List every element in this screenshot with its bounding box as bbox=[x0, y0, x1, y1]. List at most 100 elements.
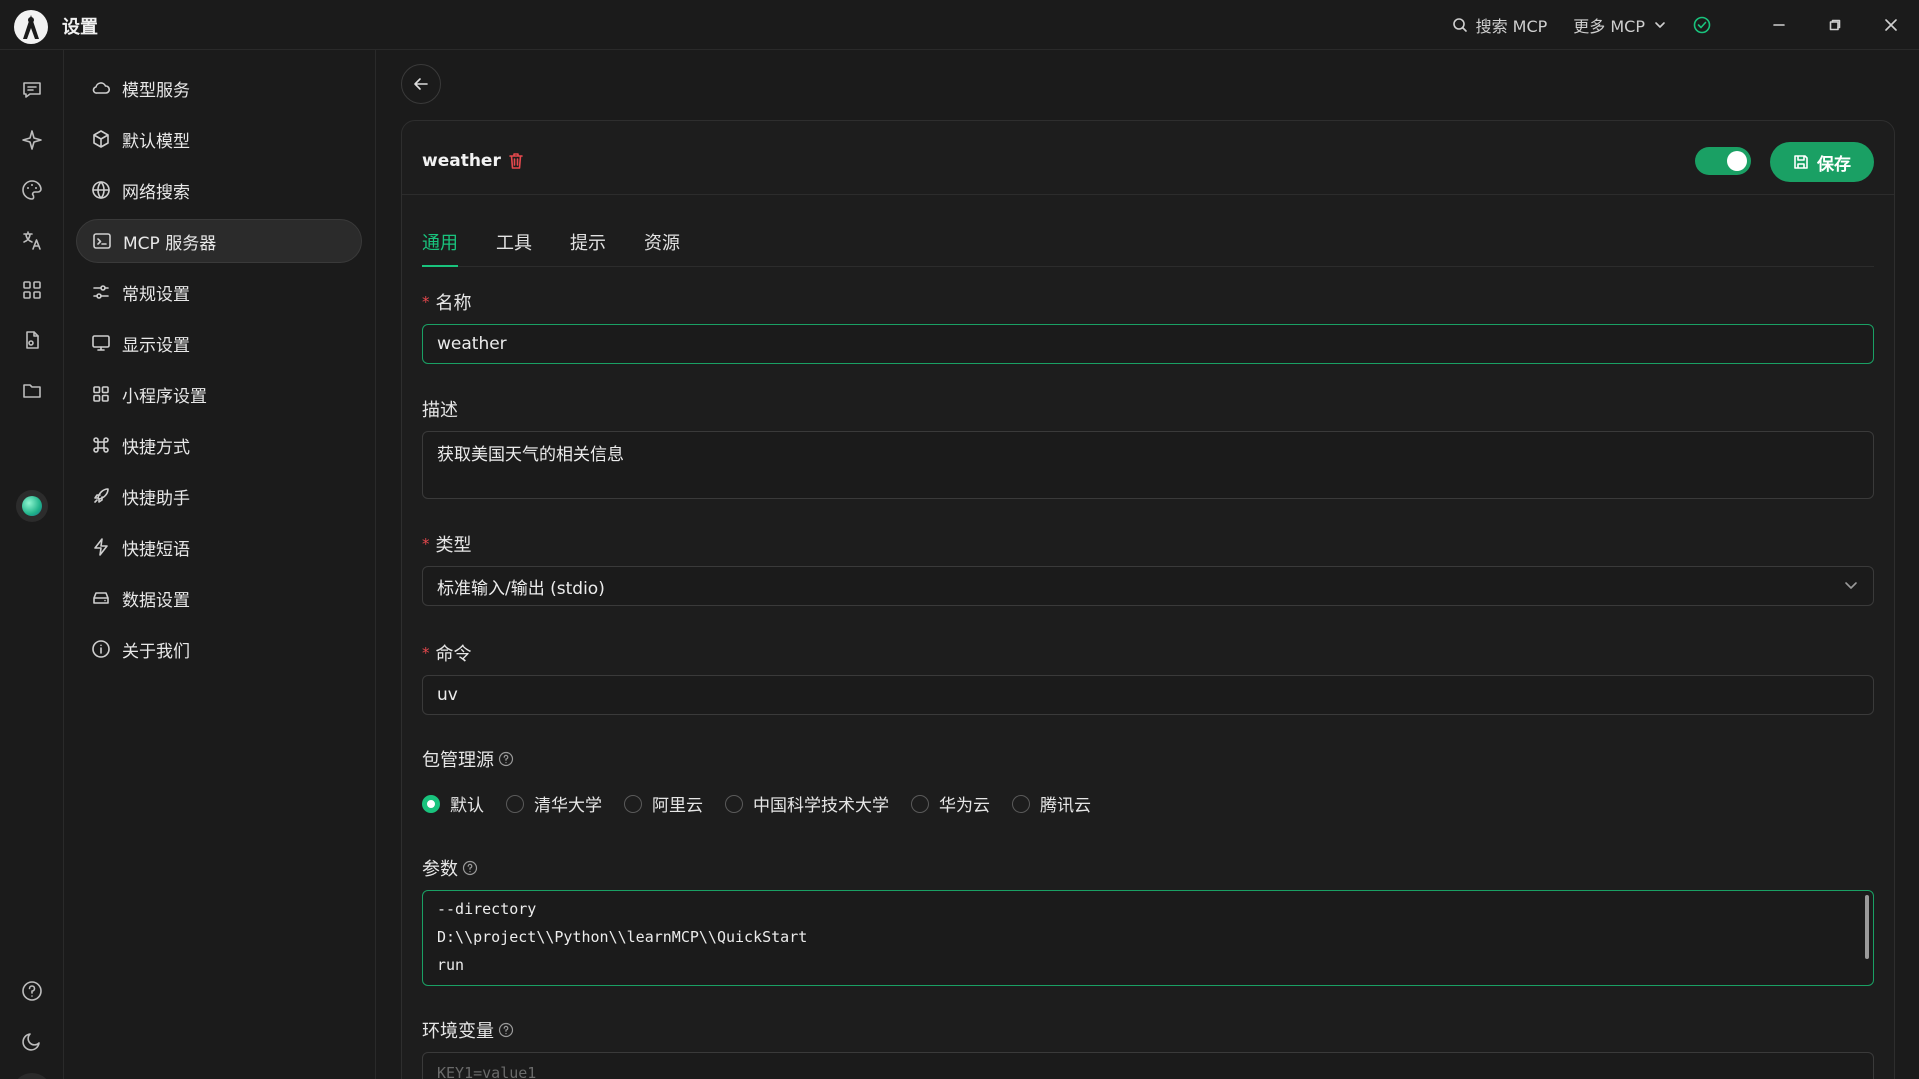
radio-dot bbox=[725, 794, 743, 813]
command-label-text: 命令 bbox=[435, 644, 472, 665]
more-mcp-label: 更多 MCP bbox=[1573, 17, 1645, 36]
cloud-icon bbox=[90, 77, 112, 99]
tab-prompts[interactable]: 提示 bbox=[570, 225, 606, 267]
mini-app-icon[interactable] bbox=[16, 490, 48, 522]
delete-server-button[interactable] bbox=[508, 152, 524, 170]
registry-label-text: 包管理源 bbox=[422, 750, 494, 771]
menu-item-label: 常规设置 bbox=[122, 284, 190, 305]
menu-item-general-settings[interactable]: 常规设置 bbox=[76, 270, 362, 314]
help-circle-icon[interactable] bbox=[462, 860, 478, 876]
menu-item-about[interactable]: 关于我们 bbox=[76, 627, 362, 671]
name-input-value: weather bbox=[437, 334, 507, 354]
env-textarea[interactable]: KEY1=value1 bbox=[422, 1052, 1874, 1079]
radio-label: 腾讯云 bbox=[1040, 796, 1091, 816]
menu-item-quick-assistant[interactable]: 快捷助手 bbox=[76, 474, 362, 518]
env-label: 环境变量 bbox=[422, 1017, 514, 1043]
name-label: * 名称 bbox=[422, 289, 472, 315]
arrow-left-icon bbox=[412, 75, 430, 93]
radio-label: 清华大学 bbox=[534, 796, 602, 816]
radio-dot bbox=[624, 794, 642, 813]
close-button[interactable] bbox=[1863, 0, 1919, 50]
menu-item-mcp-servers[interactable]: MCP 服务器 bbox=[76, 219, 362, 263]
args-textarea[interactable]: --directory D:\\project\\Python\\learnMC… bbox=[422, 890, 1874, 986]
server-enabled-toggle[interactable] bbox=[1695, 147, 1751, 175]
search-icon bbox=[1452, 17, 1468, 33]
document-icon[interactable] bbox=[20, 328, 44, 352]
type-select[interactable]: 标准输入/输出 (stdio) bbox=[422, 566, 1874, 606]
folder-icon[interactable] bbox=[20, 378, 44, 402]
menu-item-display-settings[interactable]: 显示设置 bbox=[76, 321, 362, 365]
menu-item-web-search[interactable]: 网络搜索 bbox=[76, 168, 362, 212]
restore-button[interactable] bbox=[1807, 0, 1863, 50]
command-label: * 命令 bbox=[422, 640, 472, 666]
command-input-value: uv bbox=[437, 685, 458, 705]
radio-dot bbox=[506, 794, 524, 813]
menu-item-label: 显示设置 bbox=[122, 335, 190, 356]
args-label-text: 参数 bbox=[422, 859, 458, 880]
apps-grid-icon[interactable] bbox=[20, 278, 44, 302]
terminal-icon bbox=[91, 230, 113, 252]
status-check-icon[interactable] bbox=[1693, 16, 1711, 34]
command-input[interactable]: uv bbox=[422, 675, 1874, 715]
radio-label: 华为云 bbox=[939, 796, 990, 816]
type-select-value: 标准输入/输出 (stdio) bbox=[437, 578, 605, 599]
menu-item-data-settings[interactable]: 数据设置 bbox=[76, 576, 362, 620]
menu-item-shortcuts[interactable]: 快捷方式 bbox=[76, 423, 362, 467]
server-name: weather bbox=[422, 151, 501, 171]
menu-item-default-model[interactable]: 默认模型 bbox=[76, 117, 362, 161]
menu-item-label: 网络搜索 bbox=[122, 182, 190, 203]
save-button[interactable]: 保存 bbox=[1770, 142, 1874, 182]
settings-menu: 模型服务 默认模型 网络搜索 MCP 服务器 常规设置 显示设置 小程序设置 快… bbox=[64, 50, 376, 1079]
env-label-text: 环境变量 bbox=[422, 1021, 494, 1042]
description-textarea[interactable]: 获取美国天气的相关信息 bbox=[422, 431, 1874, 499]
palette-icon[interactable] bbox=[20, 178, 44, 202]
zap-icon bbox=[90, 536, 112, 558]
app-logo bbox=[14, 10, 48, 44]
search-mcp-button[interactable]: 搜索 MCP bbox=[1452, 13, 1548, 37]
help-circle-icon[interactable] bbox=[498, 751, 514, 767]
registry-option-huawei[interactable]: 华为云 bbox=[911, 791, 990, 816]
grid-icon bbox=[90, 383, 112, 405]
textarea-scrollbar[interactable] bbox=[1865, 895, 1869, 959]
save-icon bbox=[1793, 154, 1809, 170]
search-mcp-label: 搜索 MCP bbox=[1475, 17, 1548, 36]
registry-label: 包管理源 bbox=[422, 746, 514, 772]
close-icon bbox=[1885, 19, 1897, 31]
more-mcp-dropdown[interactable]: 更多 MCP bbox=[1573, 13, 1667, 37]
menu-item-miniapp-settings[interactable]: 小程序设置 bbox=[76, 372, 362, 416]
env-placeholder: KEY1=value1 bbox=[437, 1064, 537, 1079]
help-icon[interactable] bbox=[20, 979, 44, 1003]
command-icon bbox=[90, 434, 112, 456]
minimize-icon bbox=[1773, 19, 1785, 31]
back-button[interactable] bbox=[401, 64, 441, 104]
icon-rail bbox=[0, 50, 64, 1079]
registry-option-tencent[interactable]: 腾讯云 bbox=[1012, 791, 1091, 816]
registry-option-ustc[interactable]: 中国科学技术大学 bbox=[725, 791, 889, 816]
registry-option-tsinghua[interactable]: 清华大学 bbox=[506, 791, 602, 816]
tab-tools[interactable]: 工具 bbox=[496, 225, 532, 267]
drive-icon bbox=[90, 587, 112, 609]
radio-label: 默认 bbox=[450, 796, 484, 816]
menu-item-quick-phrases[interactable]: 快捷短语 bbox=[76, 525, 362, 569]
args-label: 参数 bbox=[422, 855, 478, 881]
settings-icon[interactable] bbox=[12, 1073, 52, 1079]
menu-item-label: 快捷助手 bbox=[122, 488, 190, 509]
trash-icon bbox=[508, 152, 524, 170]
help-circle-icon[interactable] bbox=[498, 1022, 514, 1038]
registry-radio-group: 默认 清华大学 阿里云 中国科学技术大学 华为云 腾讯云 bbox=[422, 791, 1113, 816]
menu-item-model-service[interactable]: 模型服务 bbox=[76, 66, 362, 110]
sparkle-icon[interactable] bbox=[20, 128, 44, 152]
translate-icon[interactable] bbox=[20, 228, 44, 252]
registry-option-aliyun[interactable]: 阿里云 bbox=[624, 791, 703, 816]
minimize-button[interactable] bbox=[1751, 0, 1807, 50]
chat-icon[interactable] bbox=[20, 78, 44, 102]
rocket-icon bbox=[90, 485, 112, 507]
registry-option-default[interactable]: 默认 bbox=[422, 791, 484, 816]
tab-general[interactable]: 通用 bbox=[422, 225, 458, 267]
description-value: 获取美国天气的相关信息 bbox=[437, 445, 624, 465]
name-input[interactable]: weather bbox=[422, 324, 1874, 364]
tab-bar: 通用 工具 提示 资源 bbox=[422, 225, 1874, 267]
chevron-down-icon bbox=[1653, 18, 1667, 32]
tab-resources[interactable]: 资源 bbox=[644, 225, 680, 267]
moon-icon[interactable] bbox=[20, 1029, 44, 1053]
